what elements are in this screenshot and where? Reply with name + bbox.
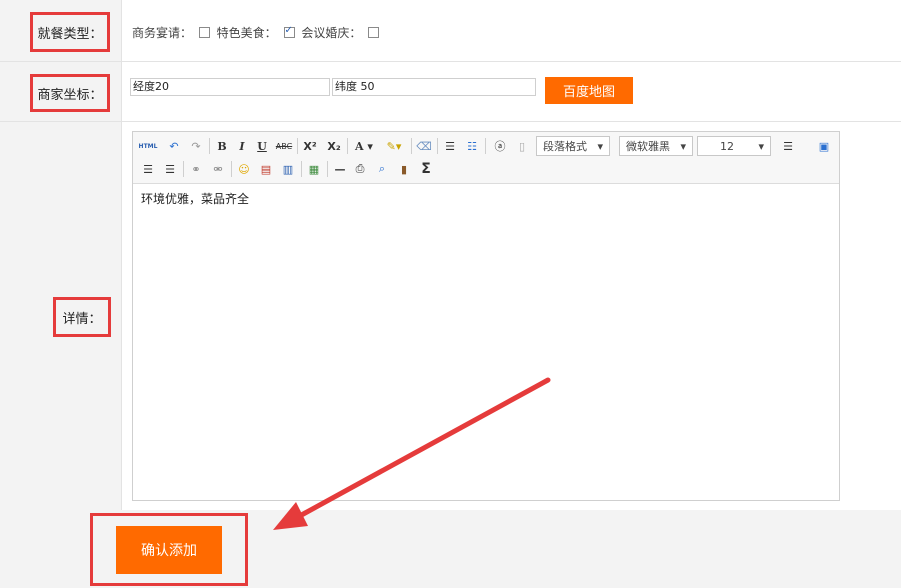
eraser-icon[interactable]: ⌫ — [415, 137, 433, 155]
rich-text-editor[interactable]: HTML ↶ ↷ B I U ABC X² X₂ A ▾ ✎▾ ⌫ ☰ ☷ ⓐ … — [132, 131, 840, 501]
toolbar-divider — [437, 138, 438, 154]
subscript-icon[interactable]: X₂ — [325, 137, 343, 155]
details-label: 详情： — [53, 297, 111, 337]
longitude-prefix: 经度 — [133, 80, 155, 93]
font-family-value: 微软雅黑 — [626, 140, 670, 153]
option-business-label: 商务宴请： — [132, 26, 193, 40]
toolbar-divider — [327, 161, 328, 177]
preview-icon[interactable]: ⌕ — [373, 160, 391, 178]
html-source-icon[interactable]: HTML — [139, 137, 158, 155]
unlink-icon[interactable]: ⚮ — [209, 160, 227, 178]
toolbar-divider — [301, 161, 302, 177]
submit-highlight-box: 确认添加 — [90, 513, 248, 586]
toolbar-divider — [183, 161, 184, 177]
chevron-down-icon: ▾ — [597, 139, 603, 153]
image-icon[interactable]: ▤ — [257, 160, 275, 178]
undo-icon[interactable]: ↶ — [165, 137, 183, 155]
meal-type-options: 商务宴请： 特色美食： 会议婚庆： — [122, 0, 901, 61]
paragraph-format-value: 段落格式 — [543, 140, 587, 153]
chevron-down-icon: ▾ — [680, 139, 686, 153]
highlight-color-icon[interactable]: ✎▾ — [381, 137, 407, 155]
option-meeting-checkbox[interactable] — [368, 27, 380, 38]
toolbar-divider — [209, 138, 210, 154]
confirm-add-button[interactable]: 确认添加 — [116, 525, 222, 574]
longitude-field[interactable]: 经度20 — [130, 78, 330, 96]
coords-label: 商家坐标： — [30, 74, 110, 112]
paragraph-format-select[interactable]: 段落格式 ▾ — [536, 136, 610, 156]
align-right-icon[interactable]: ☰ — [161, 160, 179, 178]
longitude-value: 20 — [155, 80, 169, 93]
blank-page-icon[interactable]: ▯ — [513, 137, 531, 155]
option-specialty-checkbox[interactable] — [283, 25, 295, 38]
chevron-down-icon: ▾ — [758, 139, 764, 153]
paste-text-icon[interactable]: ⓐ — [491, 137, 509, 155]
coords-content: 经度20 纬度 50 百度地图 — [122, 62, 901, 121]
redo-icon[interactable]: ↷ — [187, 137, 205, 155]
video-icon[interactable]: ▥ — [279, 160, 297, 178]
paste-icon[interactable]: ▮ — [395, 160, 413, 178]
insert-picture-icon[interactable]: ▦ — [305, 160, 323, 178]
superscript-icon[interactable]: X² — [301, 137, 319, 155]
italic-icon[interactable]: I — [233, 137, 251, 155]
coords-row: 商家坐标： 经度20 纬度 50 百度地图 — [0, 62, 901, 122]
latitude-prefix: 纬度 — [335, 80, 357, 93]
option-specialty-label: 特色美食： — [216, 26, 277, 40]
font-size-select[interactable]: 12 ▾ — [697, 136, 771, 156]
baidu-map-button[interactable]: 百度地图 — [545, 77, 633, 104]
font-size-value: 12 — [720, 139, 734, 153]
toolbar-divider — [347, 138, 348, 154]
print-icon[interactable]: ⎙ — [351, 160, 369, 178]
fullscreen-icon[interactable]: ▣ — [815, 137, 833, 155]
ordered-list-icon[interactable]: ☰ — [441, 137, 459, 155]
toolbar-divider — [297, 138, 298, 154]
align-left-icon[interactable]: ☰ — [779, 137, 797, 155]
strikethrough-icon[interactable]: ABC — [275, 137, 293, 155]
font-color-icon[interactable]: A ▾ — [351, 137, 377, 155]
horizontal-rule-icon[interactable]: — — [331, 160, 349, 178]
font-family-select[interactable]: 微软雅黑 ▾ — [619, 136, 693, 156]
details-label-text: 详情： — [62, 311, 102, 327]
editor-toolbar: HTML ↶ ↷ B I U ABC X² X₂ A ▾ ✎▾ ⌫ ☰ ☷ ⓐ … — [133, 132, 839, 184]
latitude-value: 50 — [360, 80, 375, 93]
underline-icon[interactable]: U — [253, 137, 271, 155]
editor-content[interactable]: 环境优雅，菜品齐全 — [141, 190, 249, 207]
toolbar-divider — [411, 138, 412, 154]
option-business-checkbox[interactable] — [198, 27, 210, 38]
meal-type-label: 就餐类型： — [30, 12, 110, 52]
option-meeting-label: 会议婚庆： — [301, 26, 362, 40]
toolbar-divider — [485, 138, 486, 154]
unordered-list-icon[interactable]: ☷ — [463, 137, 481, 155]
bold-icon[interactable]: B — [213, 137, 231, 155]
latitude-field[interactable]: 纬度 50 — [332, 78, 536, 96]
link-icon[interactable]: ⚭ — [187, 160, 205, 178]
meal-type-label-text: 就餐类型： — [37, 26, 103, 42]
meal-type-row: 就餐类型： 商务宴请： 特色美食： 会议婚庆： — [0, 0, 901, 62]
formula-sigma-icon[interactable]: Σ — [417, 160, 435, 178]
toolbar-divider — [231, 161, 232, 177]
align-center-icon[interactable]: ☰ — [139, 160, 157, 178]
emoji-icon[interactable]: ☺ — [235, 160, 253, 178]
coords-label-text: 商家坐标： — [37, 87, 103, 103]
